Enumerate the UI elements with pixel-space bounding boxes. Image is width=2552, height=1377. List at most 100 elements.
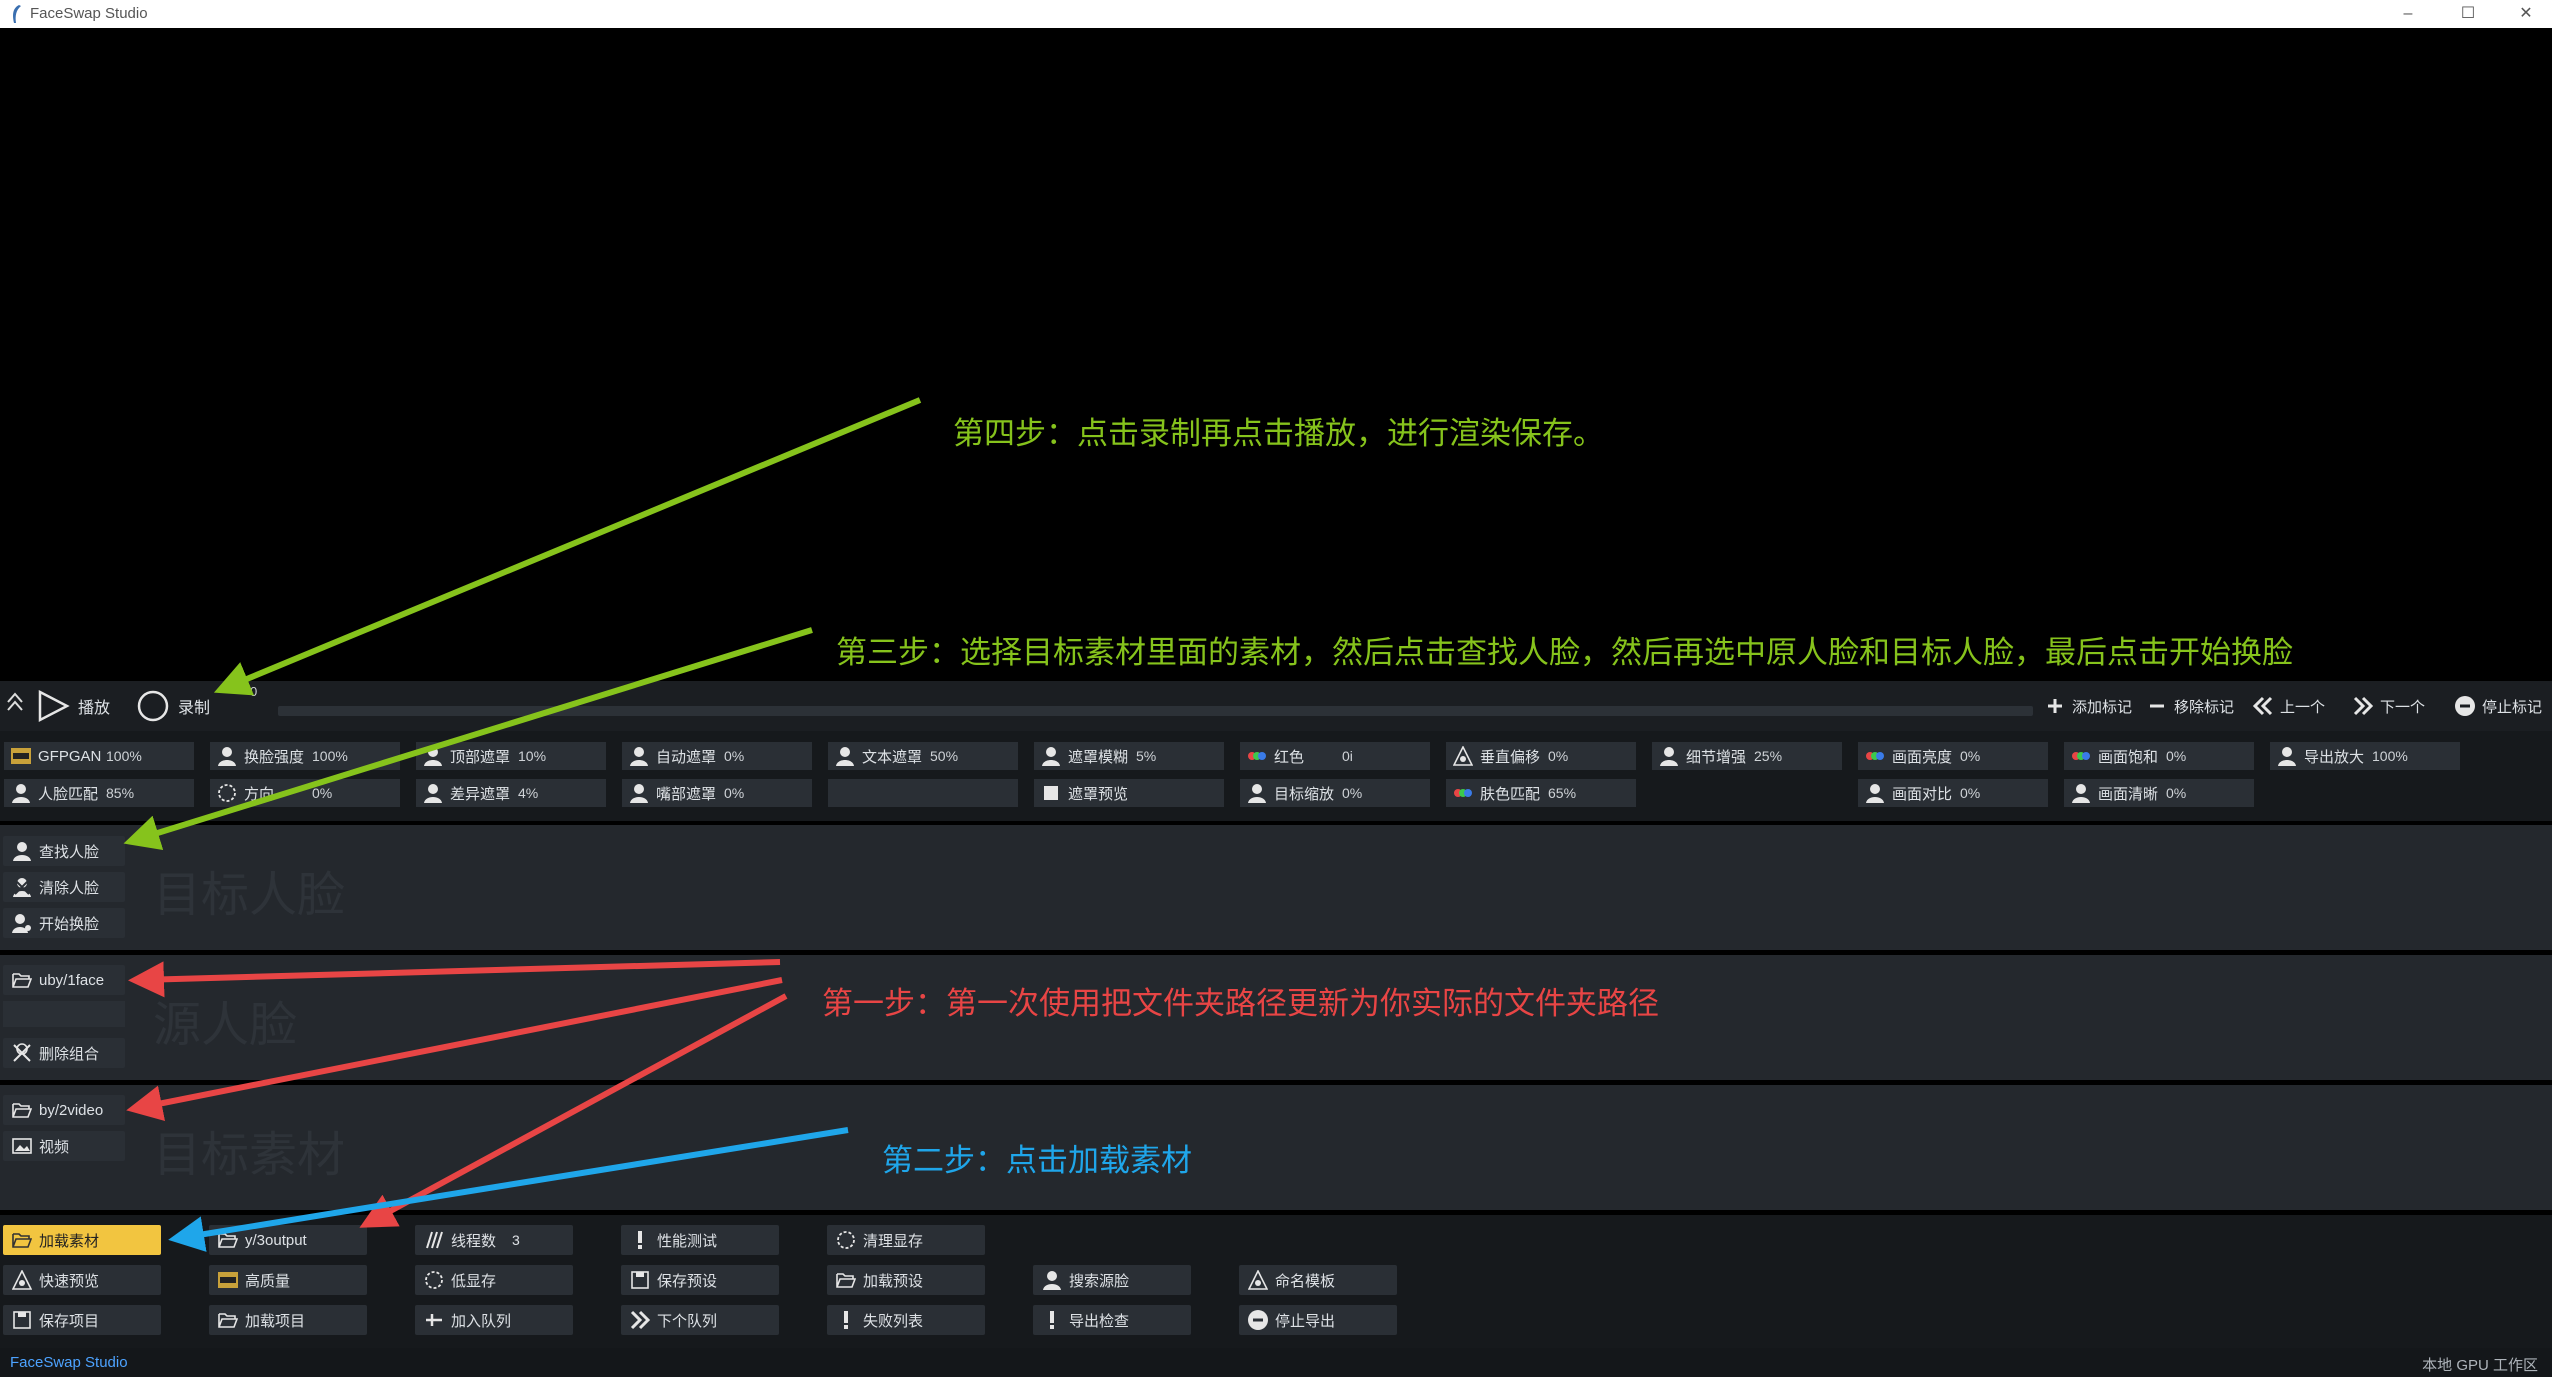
- control-auto-mask[interactable]: 自动遮罩 0%: [622, 742, 812, 770]
- remove-marker-button[interactable]: 移除标记: [2140, 692, 2240, 720]
- video-filter-button[interactable]: 视频: [3, 1131, 125, 1161]
- delete-combo-button[interactable]: 删除组合: [3, 1038, 125, 1068]
- control-detail-enhance[interactable]: 细节增强 25%: [1652, 742, 1842, 770]
- control-skin-match-label: 肤色匹配: [1480, 785, 1541, 803]
- control-diff-mask-value: 4%: [518, 785, 539, 801]
- save-preset-button[interactable]: 保存预设: [621, 1265, 779, 1295]
- source-folder-button[interactable]: uby/1face: [3, 965, 125, 995]
- clear-vram-button[interactable]: 清理显存: [827, 1225, 985, 1255]
- control-export-scale-value: 100%: [2372, 748, 2408, 764]
- minimize-button[interactable]: –: [2378, 0, 2438, 28]
- quick-preview-button[interactable]: 快速预览: [3, 1265, 161, 1295]
- control-target-scale[interactable]: 目标缩放 0%: [1240, 779, 1430, 807]
- control-saturation[interactable]: 画面饱和 0%: [2064, 742, 2254, 770]
- source-folder-label: uby/1face: [39, 971, 105, 989]
- control-skin-match[interactable]: 肤色匹配 65%: [1446, 779, 1636, 807]
- control-top-mask-value: 10%: [518, 748, 547, 764]
- control-swap-strength[interactable]: 换脸强度 100%: [210, 742, 400, 770]
- timeline-slider[interactable]: [278, 706, 2033, 716]
- control-mask-blur[interactable]: 遮罩模糊 5%: [1034, 742, 1224, 770]
- person-icon: [11, 840, 33, 862]
- preview-icon: [11, 1269, 33, 1291]
- diff-mask-icon: [422, 782, 444, 804]
- control-brightness-value: 0%: [1960, 748, 1981, 764]
- export-check-button[interactable]: 导出检查: [1033, 1305, 1191, 1335]
- name-template-label: 命名模板: [1275, 1272, 1336, 1290]
- save-project-button[interactable]: 保存项目: [3, 1305, 161, 1335]
- control-sharpness[interactable]: 画面清晰 0%: [2064, 779, 2254, 807]
- control-mouth-mask[interactable]: 嘴部遮罩 0%: [622, 779, 812, 807]
- next-queue-label: 下个队列: [657, 1312, 718, 1330]
- load-project-button[interactable]: 加载项目: [209, 1305, 367, 1335]
- control-gfpgan[interactable]: GFPGAN 100%: [4, 742, 194, 770]
- person-delete-icon: [11, 1042, 33, 1064]
- stop-export-label: 停止导出: [1275, 1312, 1336, 1330]
- next-marker-button[interactable]: 下一个: [2346, 692, 2440, 720]
- high-quality-button[interactable]: 高质量: [209, 1265, 367, 1295]
- perf-test-button[interactable]: 性能测试: [621, 1225, 779, 1255]
- control-face-match[interactable]: 人脸匹配 85%: [4, 779, 194, 807]
- orientation-icon: [216, 782, 238, 804]
- control-orientation-label: 方向: [244, 785, 275, 803]
- control-orientation[interactable]: 方向 0%: [210, 779, 400, 807]
- step4-annotation: 第四步：点击录制再点击播放，进行渲染保存。: [953, 416, 1604, 451]
- mouth-mask-icon: [628, 782, 650, 804]
- control-saturation-value: 0%: [2166, 748, 2187, 764]
- folder-open-icon: [11, 1229, 33, 1251]
- maximize-button[interactable]: ☐: [2438, 0, 2498, 28]
- control-color[interactable]: 红色 0i: [1240, 742, 1430, 770]
- close-button[interactable]: ✕: [2496, 0, 2552, 28]
- step3-annotation: 第三步：选择目标素材里面的素材，然后点击查找人脸，然后再选中原人脸和目标人脸，最…: [836, 635, 2293, 670]
- previous-marker-button[interactable]: 上一个: [2246, 692, 2340, 720]
- media-folder-button[interactable]: by/2video: [3, 1095, 125, 1125]
- folder-open-icon: [11, 969, 33, 991]
- clear-faces-button[interactable]: 清除人脸: [3, 872, 125, 902]
- vertical-offset-icon: [1452, 745, 1474, 767]
- start-swap-button[interactable]: 开始换脸: [3, 908, 125, 938]
- stop-export-button[interactable]: 停止导出: [1239, 1305, 1397, 1335]
- low-vram-toggle[interactable]: 低显存: [415, 1265, 573, 1295]
- control-swap-strength-value: 100%: [312, 748, 348, 764]
- control-text-mask[interactable]: 文本遮罩 50%: [828, 742, 1018, 770]
- control-vertical-offset[interactable]: 垂直偏移 0%: [1446, 742, 1636, 770]
- control-text-mask-value: 50%: [930, 748, 959, 764]
- save-icon: [11, 1309, 33, 1331]
- fail-list-button[interactable]: 失败列表: [827, 1305, 985, 1335]
- minus-icon: [2146, 695, 2168, 717]
- video-preview-canvas[interactable]: [0, 28, 2552, 681]
- load-media-button[interactable]: 加载素材: [3, 1225, 161, 1255]
- add-queue-label: 加入队列: [451, 1312, 512, 1330]
- quick-preview-label: 快速预览: [39, 1272, 100, 1290]
- control-empty[interactable]: [828, 779, 1018, 807]
- find-faces-label: 查找人脸: [39, 843, 100, 861]
- control-text-mask-label: 文本遮罩: [862, 748, 923, 766]
- control-mask-blur-value: 5%: [1136, 748, 1157, 764]
- control-top-mask[interactable]: 顶部遮罩 10%: [416, 742, 606, 770]
- next-queue-button[interactable]: 下个队列: [621, 1305, 779, 1335]
- save-icon: [629, 1269, 651, 1291]
- add-queue-button[interactable]: 加入队列: [415, 1305, 573, 1335]
- control-contrast[interactable]: 画面对比 0%: [1858, 779, 2048, 807]
- play-button[interactable]: 播放: [36, 686, 110, 726]
- name-template-button[interactable]: 命名模板: [1239, 1265, 1397, 1295]
- find-faces-button[interactable]: 查找人脸: [3, 836, 125, 866]
- stop-marker-button[interactable]: 停止标记: [2448, 692, 2552, 720]
- control-auto-mask-value: 0%: [724, 748, 745, 764]
- record-button[interactable]: 录制: [136, 686, 210, 726]
- title-bar: [0, 0, 2552, 28]
- search-source-button[interactable]: 搜索源脸: [1033, 1265, 1191, 1295]
- load-preset-button[interactable]: 加载预设: [827, 1265, 985, 1295]
- control-checkbox[interactable]: 遮罩预览: [1034, 779, 1224, 807]
- record-icon: [137, 690, 169, 722]
- add-marker-button[interactable]: 添加标记: [2038, 692, 2132, 720]
- control-brightness[interactable]: 画面亮度 0%: [1858, 742, 2048, 770]
- output-folder-button[interactable]: y/3output: [209, 1225, 367, 1255]
- control-diff-mask[interactable]: 差异遮罩 4%: [416, 779, 606, 807]
- plus-icon: [2044, 695, 2066, 717]
- control-export-scale[interactable]: 导出放大 100%: [2270, 742, 2460, 770]
- folder-open-icon: [11, 1099, 33, 1121]
- collapse-icon[interactable]: [4, 688, 26, 718]
- threads-control[interactable]: 线程数 3: [415, 1225, 573, 1255]
- source-filter-input[interactable]: [3, 1001, 125, 1027]
- control-vertical-offset-value: 0%: [1548, 748, 1569, 764]
